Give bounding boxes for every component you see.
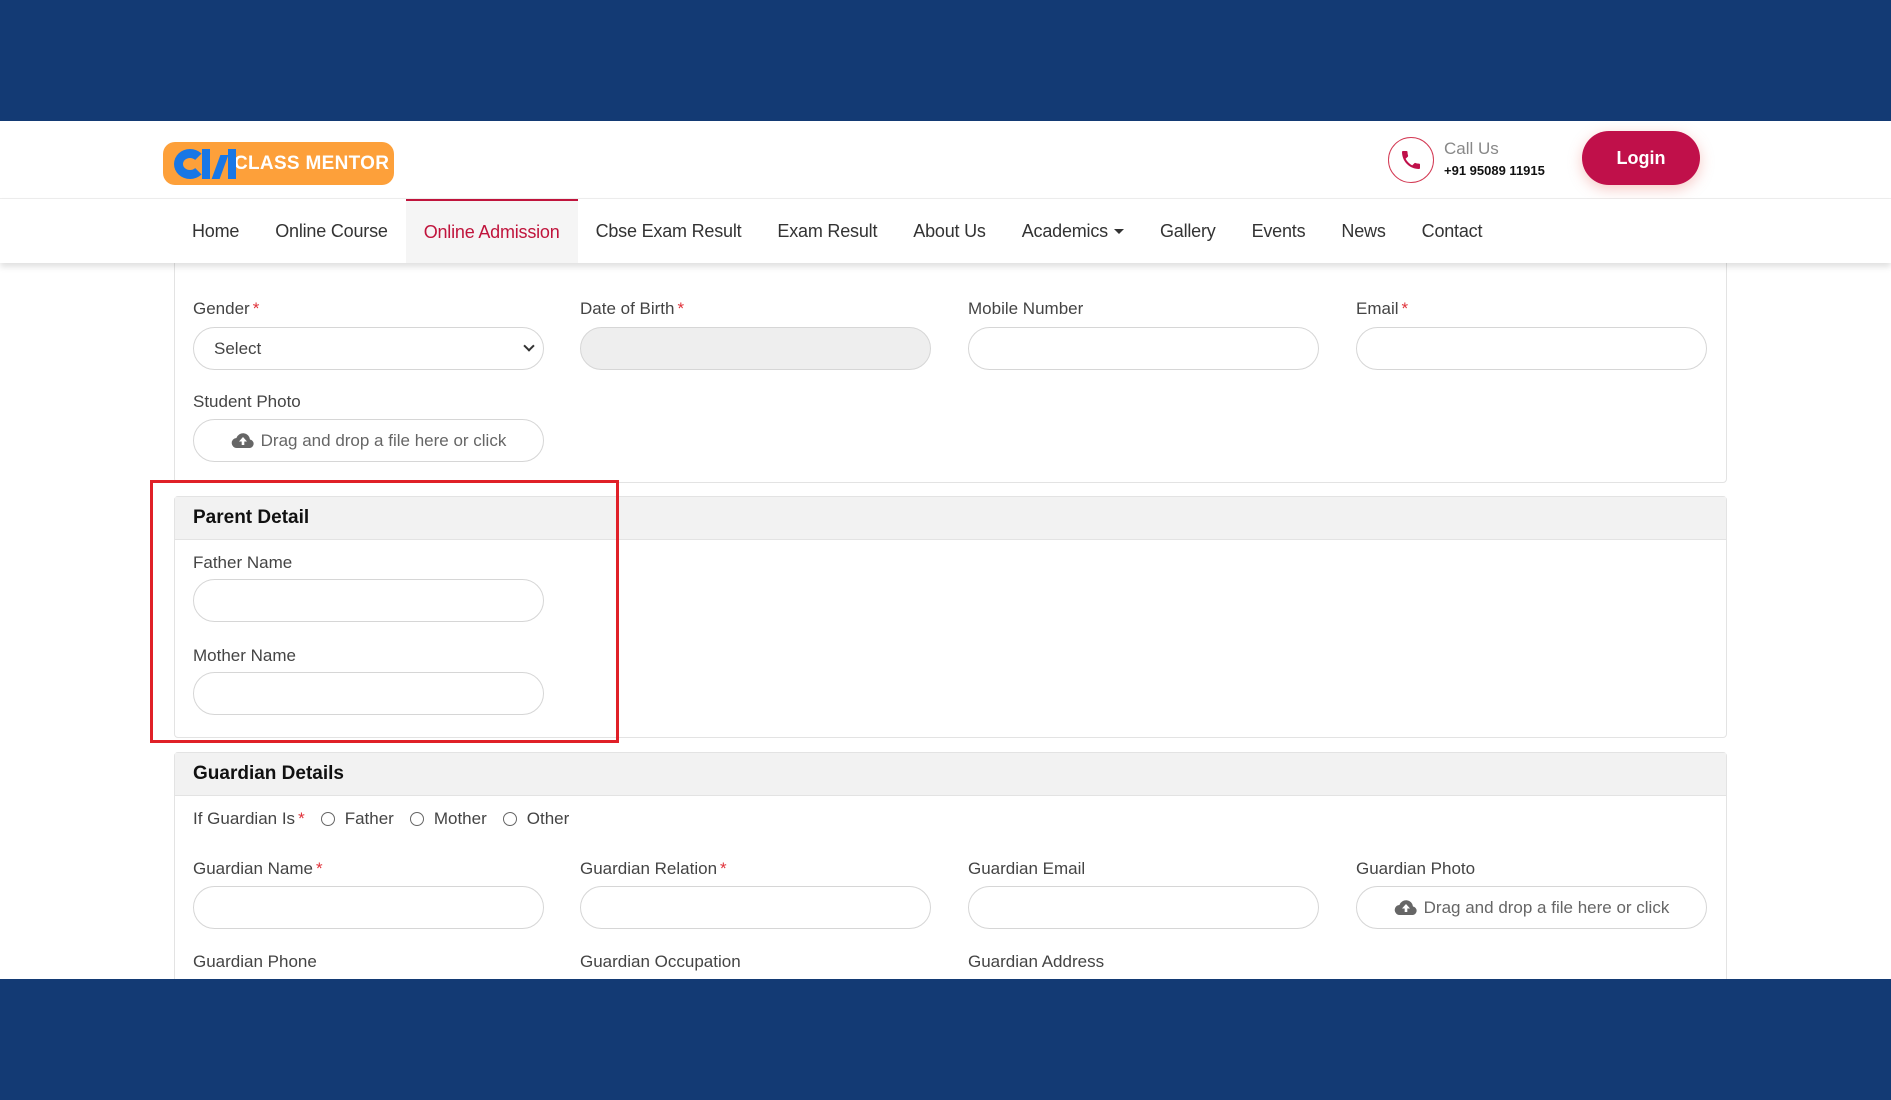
cloud-upload-icon (1394, 899, 1417, 915)
mobile-input[interactable] (968, 327, 1319, 370)
nav-item-contact[interactable]: Contact (1404, 199, 1501, 263)
guardian-relation-label: Guardian Relation * (580, 859, 727, 878)
dob-label: Date of Birth * (580, 299, 685, 318)
radio-other-label[interactable]: Other (527, 809, 570, 829)
email-label: Email * (1356, 299, 1409, 318)
student-photo-label: Student Photo (193, 392, 301, 411)
guardian-photo-upload[interactable]: Drag and drop a file here or click (1356, 886, 1707, 929)
nav-item-about-us[interactable]: About Us (895, 199, 1003, 263)
guardian-photo-label: Guardian Photo (1356, 859, 1476, 878)
guardian-relation-input[interactable] (580, 886, 931, 929)
nav-item-academics-label: Academics (1021, 220, 1108, 241)
guardian-detail-title: Guardian Details (175, 753, 1726, 796)
login-button[interactable]: Login (1582, 131, 1700, 185)
guardian-email-input[interactable] (968, 886, 1319, 929)
main-nav: Home Online Course Online Admission Cbse… (0, 199, 1891, 263)
nav-item-exam-result[interactable]: Exam Result (759, 199, 895, 263)
highlight-annotation-box (150, 480, 619, 743)
radio-other[interactable] (502, 812, 517, 826)
upload-text: Drag and drop a file here or click (1423, 897, 1670, 917)
nav-item-cbse-exam-result[interactable]: Cbse Exam Result (578, 199, 760, 263)
site-header: CLASS MENTOR Call Us +91 95089 11915 Log… (0, 121, 1891, 199)
top-background-band (0, 0, 1891, 121)
gender-select[interactable]: Select (193, 327, 544, 370)
logo[interactable]: CLASS MENTOR (163, 142, 394, 185)
if-guardian-label: If Guardian Is * (193, 809, 305, 828)
guardian-name-input[interactable] (193, 886, 544, 929)
guardian-detail-panel: Guardian Details If Guardian Is * Father … (174, 752, 1727, 979)
radio-mother-label[interactable]: Mother (434, 809, 487, 829)
upload-text: Drag and drop a file here or click (260, 430, 507, 450)
nav-item-home[interactable]: Home (174, 199, 257, 263)
caret-down-icon (1113, 228, 1124, 234)
mobile-label: Mobile Number (968, 299, 1084, 318)
page: CLASS MENTOR Call Us +91 95089 11915 Log… (0, 121, 1891, 979)
guardian-address-label: Guardian Address (968, 952, 1105, 971)
logo-text: CLASS MENTOR (234, 152, 390, 174)
gender-select-value: Select (214, 338, 262, 358)
nav-item-events[interactable]: Events (1234, 199, 1324, 263)
nav-item-online-admission[interactable]: Online Admission (405, 199, 578, 263)
nav-item-gallery[interactable]: Gallery (1142, 199, 1234, 263)
nav-item-news[interactable]: News (1323, 199, 1403, 263)
dob-input[interactable] (580, 327, 931, 370)
guardian-phone-label: Guardian Phone (193, 952, 317, 971)
chevron-down-icon (523, 340, 535, 352)
email-input[interactable] (1356, 327, 1707, 370)
phone-icon (1388, 137, 1434, 183)
radio-father-label[interactable]: Father (345, 809, 394, 829)
logo-mark-icon (172, 147, 236, 181)
call-us-label: Call Us (1444, 139, 1499, 158)
guardian-type-radio-group: If Guardian Is * Father Mother Other (193, 809, 569, 829)
nav-item-online-course[interactable]: Online Course (257, 199, 405, 263)
call-us: Call Us +91 95089 11915 (1388, 137, 1545, 183)
radio-father[interactable] (320, 812, 335, 826)
nav-item-academics[interactable]: Academics (1004, 199, 1142, 263)
radio-mother[interactable] (409, 812, 424, 826)
cloud-upload-icon (231, 432, 254, 448)
bottom-background-band (0, 979, 1891, 1100)
call-us-number[interactable]: +91 95089 11915 (1444, 160, 1545, 182)
guardian-occupation-label: Guardian Occupation (580, 952, 741, 971)
guardian-name-label: Guardian Name * (193, 859, 323, 878)
gender-label: Gender * (193, 299, 260, 318)
student-photo-upload[interactable]: Drag and drop a file here or click (193, 419, 544, 462)
guardian-email-label: Guardian Email (968, 859, 1086, 878)
